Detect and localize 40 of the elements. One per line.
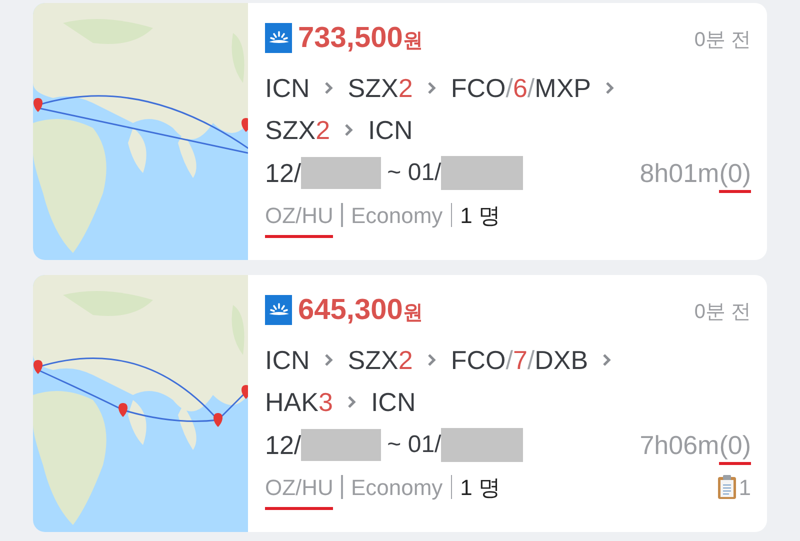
airport-stop: ICN (265, 347, 310, 373)
airlines-text: OZ/HU (265, 198, 334, 238)
depart-date-text: 12/ (265, 160, 302, 186)
airport-stop: HAK3 (265, 389, 333, 415)
time-ago-text: 0분 전 (694, 300, 751, 325)
passenger-count-text: 1 명 (460, 202, 501, 230)
chevron-right-icon (426, 81, 437, 95)
chevron-right-icon (324, 81, 334, 95)
airlines-text: OZ/HU (265, 470, 334, 510)
airport-stop: FCO/7/DXB (450, 347, 588, 373)
depart-date-text: 12/ (265, 432, 302, 458)
chevron-right-icon (344, 123, 354, 137)
chevron-right-icon (324, 353, 334, 367)
airport-stop: SZX2 (265, 117, 330, 143)
result-card[interactable]: 733,500원 0분 전 ICN SZX2 FCO/6/MXP SZX2 ICN 12/ ~ 01/ 8h01m(0) OZ/HU Economy 1 명 (33, 3, 767, 260)
return-date-text: ~ 01/ (387, 433, 442, 457)
passenger-count-text: 1 명 (460, 474, 501, 502)
chevron-right-icon (346, 395, 357, 409)
price-text: 645,300원 (298, 296, 423, 324)
duration-text: 8h01m (640, 160, 720, 186)
chevron-right-icon (426, 353, 437, 367)
airport-stop: ICN (368, 117, 413, 143)
airport-stop: SZX2 (348, 75, 413, 101)
stop-count-text: (0) (719, 432, 751, 465)
price-text: 733,500원 (298, 24, 423, 52)
time-ago-text: 0분 전 (694, 28, 751, 53)
airport-stop: FCO/6/MXP (450, 75, 591, 101)
cabin-class-text: Economy (350, 202, 443, 230)
airport-stop: ICN (265, 75, 310, 101)
airport-stop: ICN (370, 389, 416, 415)
duration-text: 7h06m (640, 432, 720, 458)
airport-stop: SZX2 (348, 347, 413, 373)
return-date-text: ~ 01/ (387, 161, 442, 185)
memo-count-text: 1 (738, 474, 751, 502)
airline-logo-icon (268, 30, 290, 46)
clipboard-icon (716, 474, 737, 500)
stop-count-text: (0) (719, 160, 751, 193)
result-card[interactable]: 645,300원 0분 전 ICN SZX2 FCO/7/DXB HAK3 ICN 12/ ~ 01/ 7h06m(0) OZ/HU Economy 1 명 1 (33, 275, 767, 532)
cabin-class-text: Economy (350, 474, 443, 502)
airline-logo-icon (268, 302, 290, 318)
